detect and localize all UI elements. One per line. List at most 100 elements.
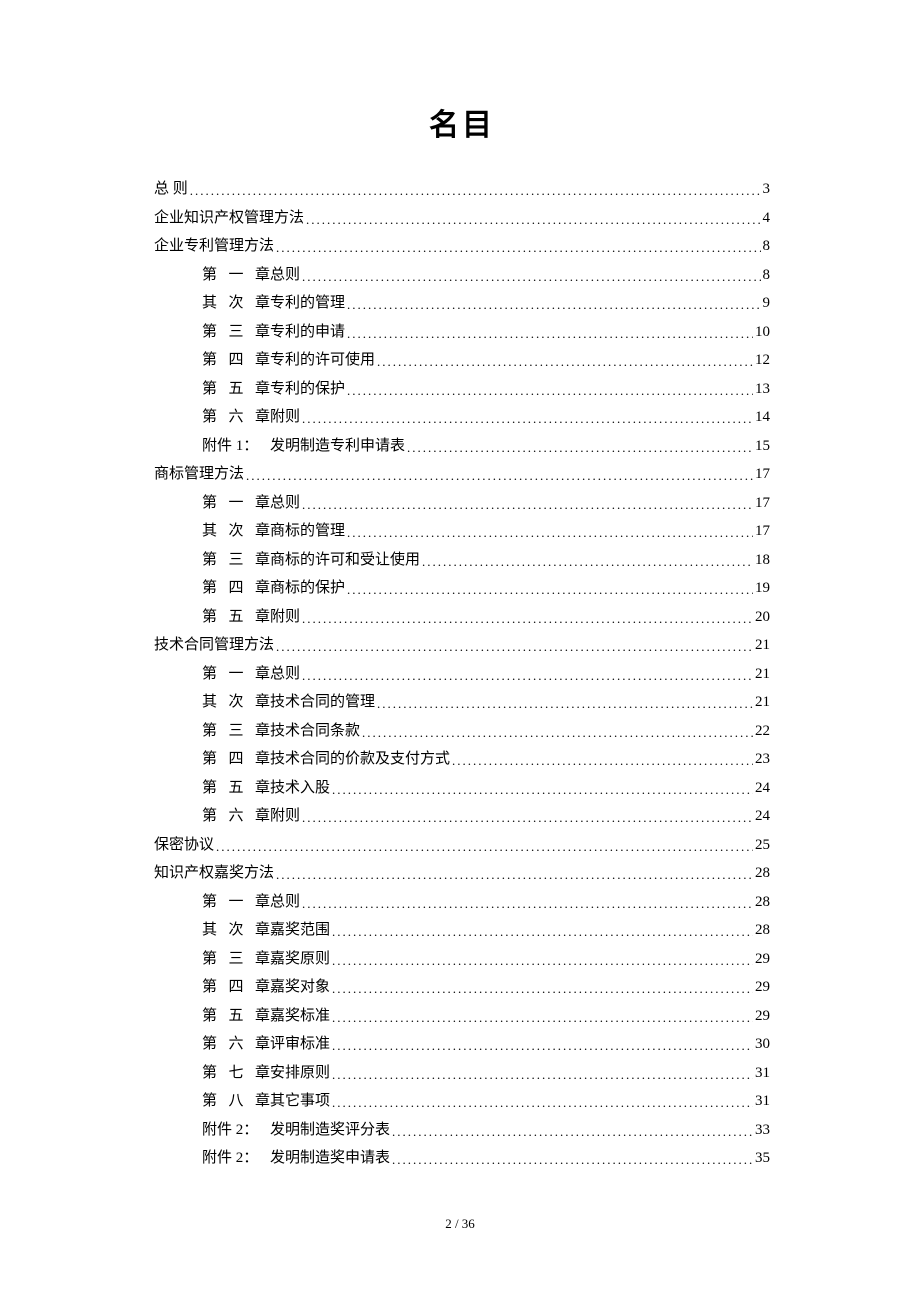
toc-item-title: 总 则: [154, 182, 188, 197]
toc-entry[interactable]: 第三章技术合同条款22: [154, 724, 770, 739]
toc-entry[interactable]: 第三章商标的许可和受让使用 18: [154, 553, 770, 568]
toc-entry[interactable]: 第一章总则21: [154, 667, 770, 682]
toc-entry[interactable]: 商标管理方法17: [154, 467, 770, 482]
toc-entry[interactable]: 企业知识产权管理方法4: [154, 211, 770, 226]
toc-leader-dots: [422, 555, 753, 568]
toc-entry[interactable]: 附件 2： 发明制造奖评分表 33: [154, 1123, 770, 1138]
toc-item-title: 商标管理方法: [154, 467, 244, 482]
toc-entry[interactable]: 总 则 3: [154, 182, 770, 197]
toc-leader-dots: [332, 925, 753, 938]
toc-entry[interactable]: 第六章评审标准30: [154, 1037, 770, 1052]
toc-leader-dots: [347, 298, 760, 311]
toc-chapter-label: 第三章: [202, 325, 270, 340]
toc-entry[interactable]: 第五章附则20: [154, 610, 770, 625]
toc-page-number: 33: [755, 1123, 770, 1138]
toc-entry[interactable]: 第四章技术合同的价款及支付方式23: [154, 752, 770, 767]
toc-entry[interactable]: 第五章技术入股24: [154, 781, 770, 796]
toc-leader-dots: [347, 384, 753, 397]
toc-page-number: 13: [755, 382, 770, 397]
toc-item-title: 技术入股: [270, 781, 330, 796]
table-of-contents: 总 则3企业知识产权管理方法4企业专利管理方法8第一章总则8其次章专利的管理9第…: [154, 182, 770, 1166]
toc-page-number: 28: [755, 923, 770, 938]
toc-entry[interactable]: 第五章专利的保护 13: [154, 382, 770, 397]
toc-entry[interactable]: 第五章嘉奖标准29: [154, 1009, 770, 1024]
toc-item-title: 专利的保护: [270, 382, 345, 397]
toc-item-title: 专利的许可使用: [270, 353, 375, 368]
toc-chapter-label: 第一章: [202, 667, 270, 682]
toc-page-number: 14: [755, 410, 770, 425]
toc-leader-dots: [302, 811, 753, 824]
toc-chapter-label: 第四章: [202, 353, 270, 368]
toc-leader-dots: [377, 697, 753, 710]
toc-page-number: 3: [763, 182, 771, 197]
page-footer: 2 / 36: [0, 1216, 920, 1232]
toc-entry[interactable]: 附件 1：发明制造专利申请表15: [154, 439, 770, 454]
toc-item-title: 总则: [270, 895, 300, 910]
toc-entry[interactable]: 第六章附则14: [154, 410, 770, 425]
toc-chapter-label: 第四章: [202, 581, 270, 596]
toc-entry[interactable]: 第一章总则28: [154, 895, 770, 910]
toc-entry[interactable]: 技术合同管理方法21: [154, 638, 770, 653]
toc-item-title: 技术合同管理方法: [154, 638, 274, 653]
toc-item-title: 商标的管理: [270, 524, 345, 539]
toc-entry[interactable]: 第四章专利的许可使用12: [154, 353, 770, 368]
toc-entry[interactable]: 其次章商标的管理 17: [154, 524, 770, 539]
toc-item-title: 其它事项: [270, 1094, 330, 1109]
toc-chapter-label: 其次章: [202, 524, 270, 539]
toc-entry[interactable]: 第四章嘉奖对象29: [154, 980, 770, 995]
toc-chapter-label: 附件 2：: [202, 1123, 262, 1138]
toc-leader-dots: [332, 1068, 753, 1081]
toc-entry[interactable]: 第三章专利的申请10: [154, 325, 770, 340]
toc-entry[interactable]: 第七章安排原则31: [154, 1066, 770, 1081]
toc-entry[interactable]: 知识产权嘉奖方法 28: [154, 866, 770, 881]
toc-page-number: 8: [763, 268, 771, 283]
toc-chapter-label: 第八章: [202, 1094, 270, 1109]
document-title: 名目: [154, 100, 770, 144]
toc-page-number: 22: [755, 724, 770, 739]
toc-leader-dots: [276, 640, 753, 653]
toc-chapter-label: 第六章: [202, 809, 270, 824]
toc-item-title: 商标的许可和受让使用: [270, 553, 420, 568]
toc-entry[interactable]: 其次章专利的管理9: [154, 296, 770, 311]
toc-item-title: 专利的管理: [270, 296, 345, 311]
toc-item-title: 保密协议: [154, 838, 214, 853]
toc-chapter-label: 第四章: [202, 752, 270, 767]
toc-page-number: 28: [755, 866, 770, 881]
toc-page-number: 24: [755, 781, 770, 796]
toc-chapter-label: 第三章: [202, 724, 270, 739]
toc-page-number: 18: [755, 553, 770, 568]
toc-entry[interactable]: 第一章总则17: [154, 496, 770, 511]
toc-page-number: 17: [755, 524, 770, 539]
toc-entry[interactable]: 附件 2：发明制造奖申请表35: [154, 1151, 770, 1166]
toc-entry[interactable]: 保密协议 25: [154, 838, 770, 853]
toc-chapter-label: 第六章: [202, 1037, 270, 1052]
toc-entry[interactable]: 第三章嘉奖原则29: [154, 952, 770, 967]
toc-chapter-label: 第五章: [202, 1009, 270, 1024]
toc-page-number: 25: [755, 838, 770, 853]
toc-leader-dots: [302, 412, 753, 425]
toc-chapter-label: 第三章: [202, 553, 270, 568]
toc-page-number: 30: [755, 1037, 770, 1052]
toc-page-number: 4: [763, 211, 771, 226]
toc-item-title: 发明制造专利申请表: [270, 439, 405, 454]
toc-leader-dots: [332, 1039, 753, 1052]
toc-leader-dots: [332, 1096, 753, 1109]
toc-chapter-label: 第五章: [202, 382, 270, 397]
toc-entry[interactable]: 第四章商标的保护19: [154, 581, 770, 596]
toc-leader-dots: [332, 954, 753, 967]
toc-item-title: 安排原则: [270, 1066, 330, 1081]
toc-entry[interactable]: 其次章技术合同的管理21: [154, 695, 770, 710]
toc-entry[interactable]: 其次章嘉奖范围28: [154, 923, 770, 938]
toc-leader-dots: [302, 897, 753, 910]
toc-item-title: 附则: [270, 610, 300, 625]
toc-entry[interactable]: 第六章附则24: [154, 809, 770, 824]
toc-leader-dots: [407, 441, 753, 454]
toc-item-title: 知识产权嘉奖方法: [154, 866, 274, 881]
toc-chapter-label: 其次章: [202, 695, 270, 710]
toc-item-title: 发明制造奖评分表: [270, 1123, 390, 1138]
toc-chapter-label: 其次章: [202, 296, 270, 311]
toc-entry[interactable]: 企业专利管理方法8: [154, 239, 770, 254]
toc-entry[interactable]: 第一章总则8: [154, 268, 770, 283]
toc-entry[interactable]: 第八章其它事项31: [154, 1094, 770, 1109]
toc-item-title: 附则: [270, 809, 300, 824]
